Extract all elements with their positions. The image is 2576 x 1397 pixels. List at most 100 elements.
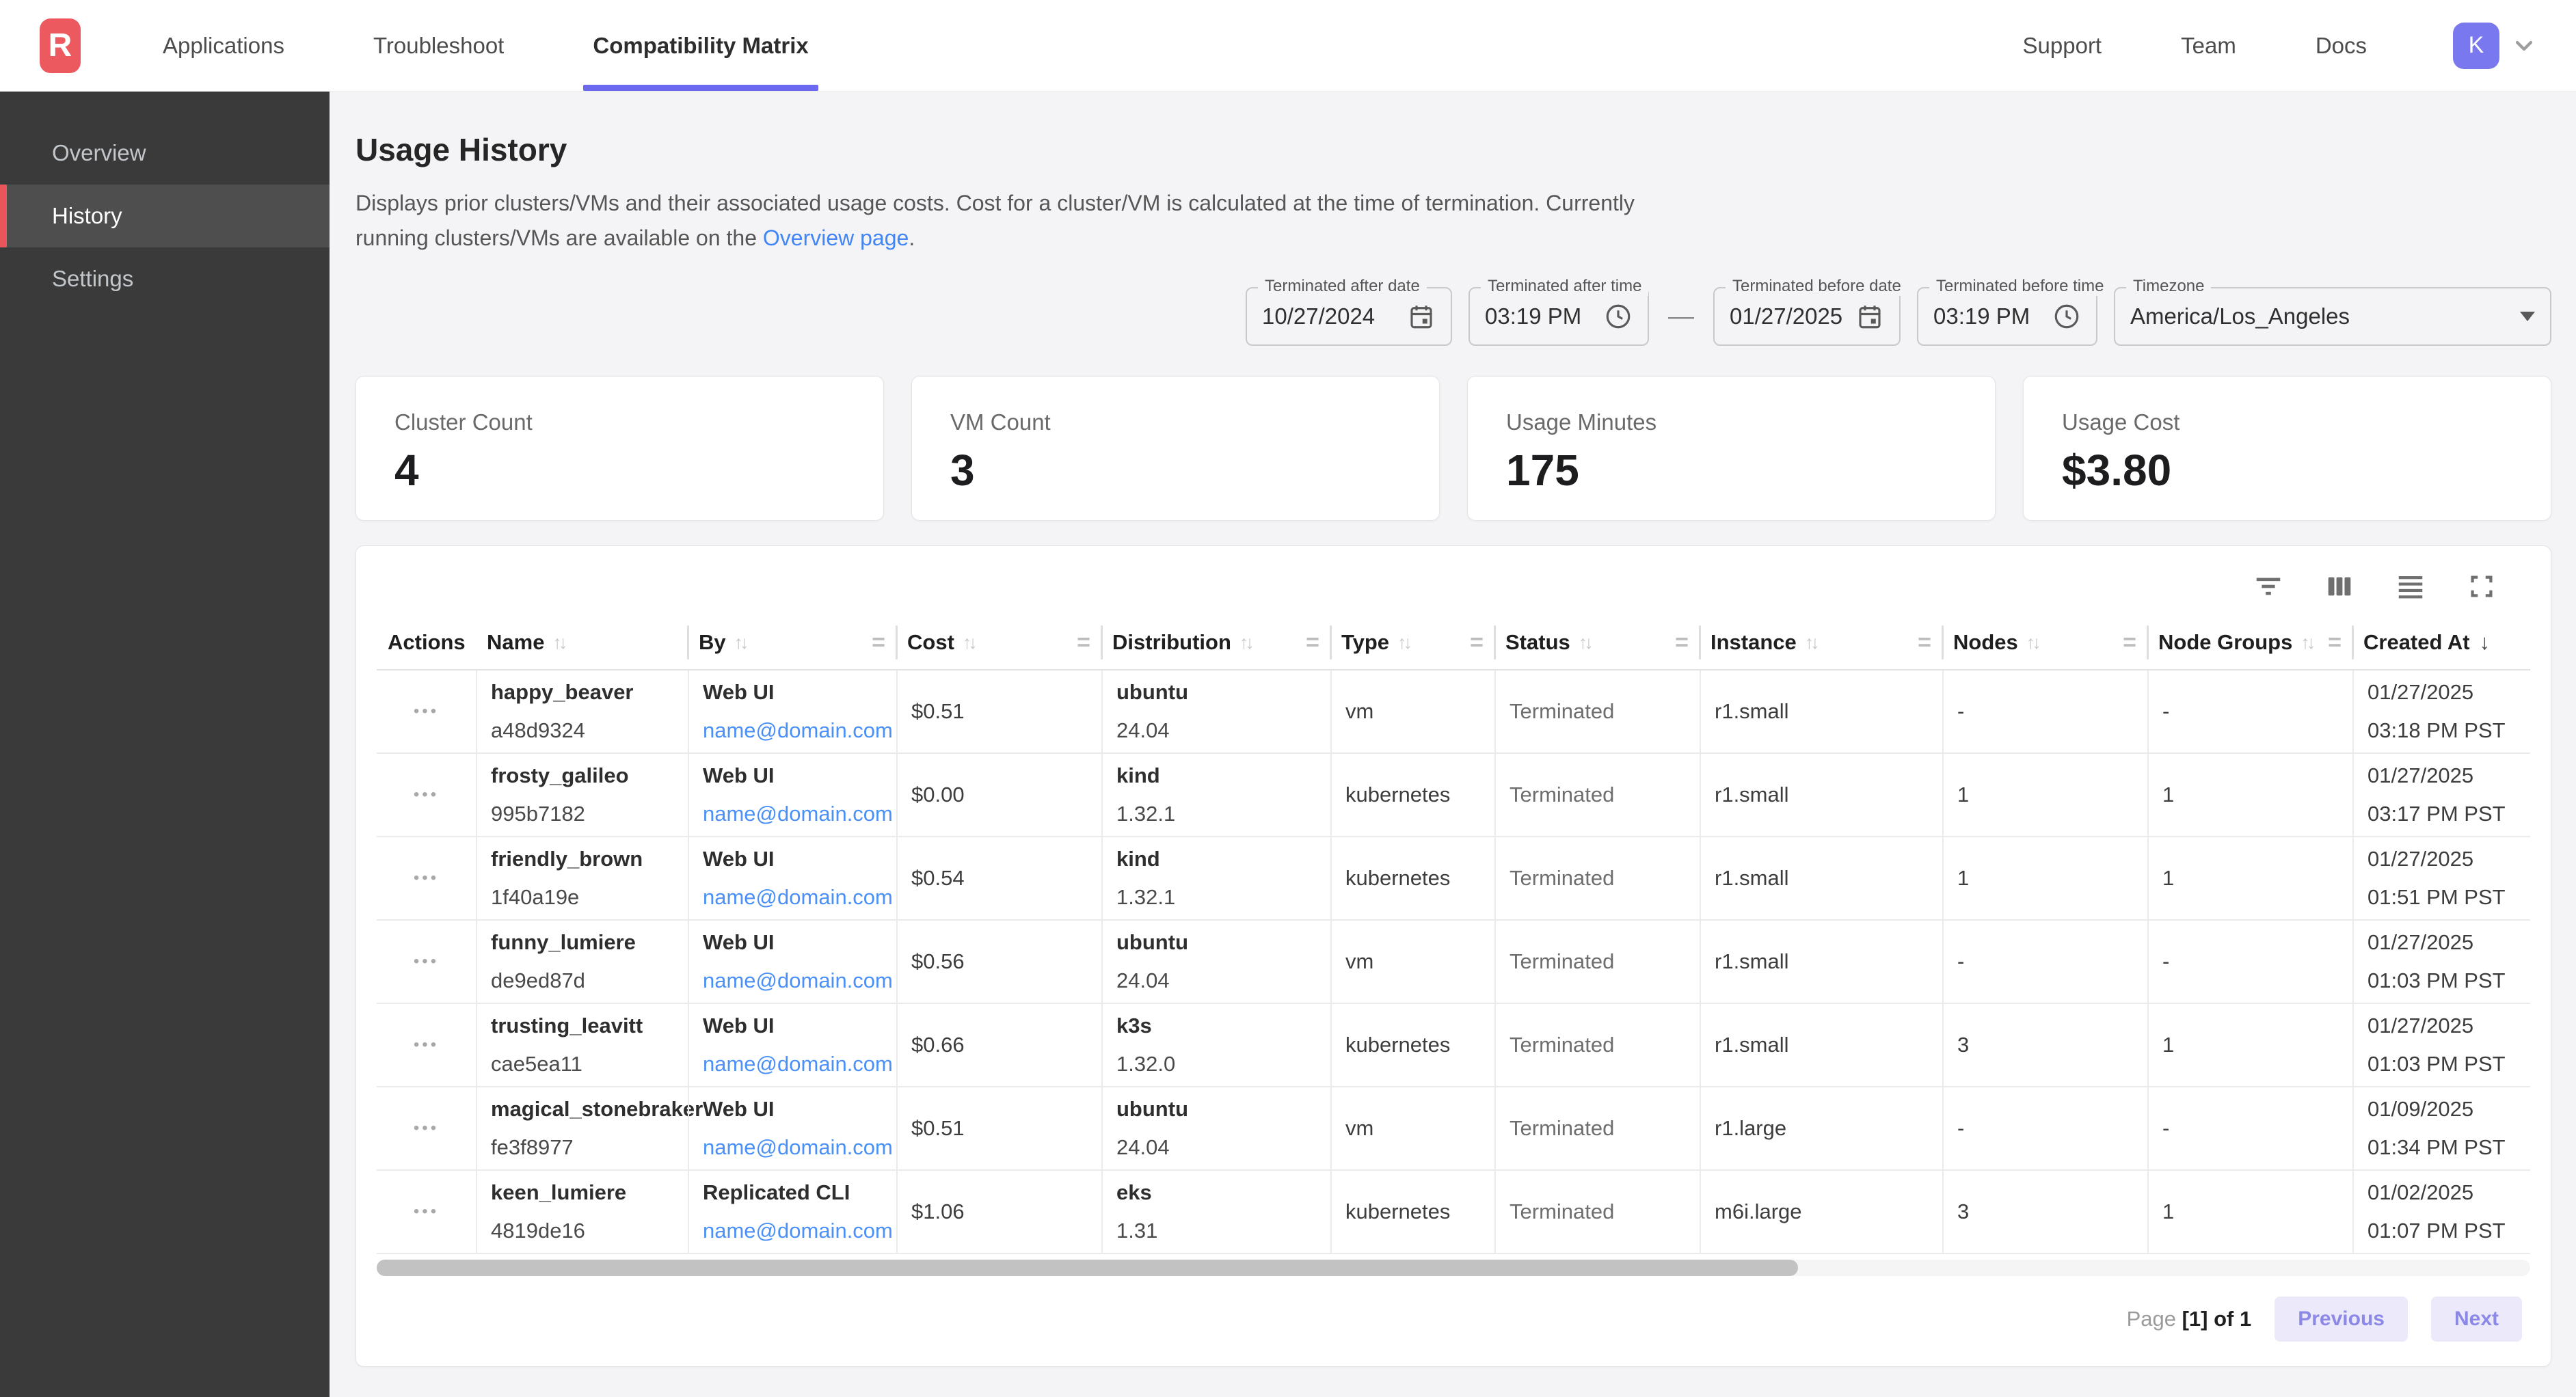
column-header-type[interactable]: Type↑↓= — [1330, 616, 1494, 669]
column-header-by[interactable]: By↑↓= — [688, 616, 896, 669]
column-resize-icon[interactable]: = — [1675, 629, 1689, 656]
column-resize-icon[interactable]: = — [1306, 629, 1319, 656]
horizontal-scrollbar-thumb[interactable] — [377, 1260, 1798, 1276]
node-groups-cell: 1 — [2147, 1004, 2352, 1086]
calendar-icon[interactable] — [1855, 302, 1884, 331]
sort-desc-icon[interactable]: ↓ — [2480, 630, 2491, 655]
terminated-before-time-input[interactable]: Terminated before time 03:19 PM — [1917, 287, 2097, 346]
status-cell: Terminated — [1494, 1004, 1700, 1086]
active-tab-underline — [583, 85, 818, 91]
sort-icon[interactable]: ↑↓ — [1805, 632, 1816, 653]
tab-compatibility-matrix[interactable]: Compatibility Matrix — [593, 0, 808, 91]
created-at-cell: 01/09/202501:34 PM PST — [2352, 1087, 2525, 1169]
overview-page-link[interactable]: Overview page — [763, 226, 909, 250]
terminated-after-time-input[interactable]: Terminated after time 03:19 PM — [1468, 287, 1649, 346]
row-actions-button[interactable]: ••• — [414, 1035, 439, 1055]
created-at-cell: 01/27/202501:03 PM PST — [2352, 921, 2525, 1003]
row-actions-button[interactable]: ••• — [414, 1202, 439, 1221]
filter-icon[interactable] — [2253, 571, 2284, 602]
nav-right: Support Team Docs K — [2023, 23, 2538, 69]
table-row: ••• magical_stonebrakerfe3f8977 Web UIna… — [377, 1087, 2530, 1171]
avatar[interactable]: K — [2453, 23, 2499, 69]
column-resize-icon[interactable]: = — [2123, 629, 2136, 656]
sort-icon[interactable]: ↑↓ — [2026, 632, 2038, 653]
email-link[interactable]: name@domain.com — [703, 1219, 883, 1243]
email-link[interactable]: name@domain.com — [703, 1052, 883, 1076]
sidebar-item-overview[interactable]: Overview — [0, 122, 330, 185]
clock-icon[interactable] — [1604, 302, 1633, 331]
row-actions-button[interactable]: ••• — [414, 785, 439, 804]
next-page-button[interactable]: Next — [2431, 1297, 2522, 1342]
sort-icon[interactable]: ↑↓ — [2300, 632, 2312, 653]
main-content: Usage History Displays prior clusters/VM… — [330, 92, 2576, 1397]
sort-icon[interactable]: ↑↓ — [963, 632, 974, 653]
type-cell: kubernetes — [1330, 1171, 1494, 1253]
date-range-separator: — — [1665, 302, 1697, 331]
column-resize-icon[interactable]: = — [1470, 629, 1484, 656]
row-actions-button[interactable]: ••• — [414, 1119, 439, 1138]
column-header-created-at[interactable]: Created At↓ — [2352, 616, 2525, 669]
density-icon[interactable] — [2395, 571, 2426, 602]
cost-cell: $0.56 — [896, 921, 1101, 1003]
columns-icon[interactable] — [2324, 571, 2355, 602]
chevron-down-icon[interactable] — [2510, 32, 2538, 59]
cost-cell: $1.06 — [896, 1171, 1101, 1253]
instance-cell: r1.small — [1700, 670, 1942, 752]
by-cell: Web UIname@domain.com — [688, 921, 896, 1003]
by-cell: Web UIname@domain.com — [688, 1004, 896, 1086]
sort-icon[interactable]: ↑↓ — [734, 632, 746, 653]
email-link[interactable]: name@domain.com — [703, 802, 883, 826]
sort-icon[interactable]: ↑↓ — [552, 632, 564, 653]
sidebar-item-settings[interactable]: Settings — [0, 247, 330, 310]
sort-icon[interactable]: ↑↓ — [1239, 632, 1251, 653]
email-link[interactable]: name@domain.com — [703, 968, 883, 993]
stat-card-usage-minutes: Usage Minutes 175 — [1467, 376, 1996, 521]
nav-link-support[interactable]: Support — [2023, 33, 2102, 59]
filter-bar: Terminated after date 10/27/2024 Termina… — [355, 287, 2551, 346]
tab-applications[interactable]: Applications — [163, 0, 284, 91]
terminated-before-date-input[interactable]: Terminated before date 01/27/2025 — [1713, 287, 1901, 346]
column-header-nodes[interactable]: Nodes↑↓= — [1942, 616, 2147, 669]
status-cell: Terminated — [1494, 837, 1700, 919]
horizontal-scrollbar-track[interactable] — [377, 1260, 2530, 1276]
table-row: ••• funny_lumierede9ed87d Web UIname@dom… — [377, 921, 2530, 1004]
column-header-name[interactable]: Name↑↓ — [476, 616, 688, 669]
stat-card-usage-cost: Usage Cost $3.80 — [2023, 376, 2551, 521]
email-link[interactable]: name@domain.com — [703, 718, 883, 743]
column-header-status[interactable]: Status↑↓= — [1494, 616, 1700, 669]
row-actions-button[interactable]: ••• — [414, 702, 439, 721]
column-resize-icon[interactable]: = — [1077, 629, 1090, 656]
nav-link-team[interactable]: Team — [2181, 33, 2236, 59]
column-resize-icon[interactable]: = — [872, 629, 885, 656]
clock-icon[interactable] — [2052, 302, 2081, 331]
column-header-cost[interactable]: Cost↑↓= — [896, 616, 1101, 669]
column-header-instance[interactable]: Instance↑↓= — [1700, 616, 1942, 669]
name-cell: magical_stonebrakerfe3f8977 — [476, 1087, 688, 1169]
sort-icon[interactable]: ↑↓ — [1397, 632, 1409, 653]
table-row: ••• friendly_brown1f40a19e Web UIname@do… — [377, 837, 2530, 921]
row-actions-button[interactable]: ••• — [414, 869, 439, 888]
replicated-logo[interactable]: R — [40, 18, 81, 73]
calendar-icon[interactable] — [1407, 302, 1436, 331]
row-actions-button[interactable]: ••• — [414, 952, 439, 971]
terminated-after-date-input[interactable]: Terminated after date 10/27/2024 — [1246, 287, 1452, 346]
tab-troubleshoot[interactable]: Troubleshoot — [373, 0, 504, 91]
sort-icon[interactable]: ↑↓ — [1579, 632, 1590, 653]
column-header-node-groups[interactable]: Node Groups↑↓= — [2147, 616, 2352, 669]
timezone-select[interactable]: Timezone America/Los_Angeles — [2114, 287, 2551, 346]
page-indicator: Page [1] of 1 — [2127, 1307, 2252, 1331]
account-menu[interactable]: K — [2453, 23, 2538, 69]
sidebar-item-history[interactable]: History — [0, 185, 330, 247]
previous-page-button[interactable]: Previous — [2275, 1297, 2408, 1342]
email-link[interactable]: name@domain.com — [703, 885, 883, 910]
table-row: ••• happy_beavera48d9324 Web UIname@doma… — [377, 670, 2530, 754]
name-cell: happy_beavera48d9324 — [476, 670, 688, 752]
column-resize-icon[interactable]: = — [1918, 629, 1931, 656]
created-at-cell: 01/27/202501:51 PM PST — [2352, 837, 2525, 919]
column-resize-icon[interactable]: = — [2328, 629, 2342, 656]
status-cell: Terminated — [1494, 921, 1700, 1003]
fullscreen-icon[interactable] — [2466, 571, 2497, 602]
email-link[interactable]: name@domain.com — [703, 1135, 883, 1160]
nav-link-docs[interactable]: Docs — [2316, 33, 2367, 59]
column-header-distribution[interactable]: Distribution↑↓= — [1101, 616, 1330, 669]
